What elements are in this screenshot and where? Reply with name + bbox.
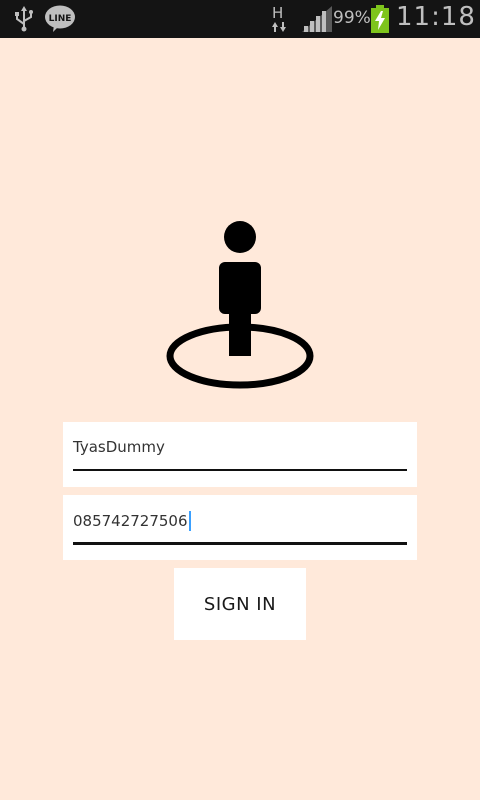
signal-strength-icon xyxy=(302,6,332,32)
phone-value[interactable]: 085742727506 xyxy=(73,511,191,531)
username-field[interactable]: TyasDummy xyxy=(63,422,417,487)
battery-percentage: 99% xyxy=(333,8,371,28)
battery-charging-icon xyxy=(371,5,389,33)
phone-value-text[interactable]: 085742727506 xyxy=(73,512,188,530)
text-cursor xyxy=(188,511,191,531)
sign-in-button[interactable]: SIGN IN xyxy=(174,568,306,640)
username-value[interactable]: TyasDummy xyxy=(73,438,165,456)
status-bar: LINE H 99% 11:18 xyxy=(0,0,480,38)
usb-icon xyxy=(15,6,33,32)
phone-underline xyxy=(73,542,407,545)
network-type: H xyxy=(272,4,283,22)
phone-field[interactable]: 085742727506 xyxy=(63,495,417,560)
person-location-icon xyxy=(166,221,314,389)
username-underline xyxy=(73,469,407,471)
line-app-icon: LINE xyxy=(45,5,75,32)
clock: 11:18 xyxy=(396,2,476,32)
line-icon-label: LINE xyxy=(49,14,72,24)
hspa-data-icon: H xyxy=(272,4,286,32)
